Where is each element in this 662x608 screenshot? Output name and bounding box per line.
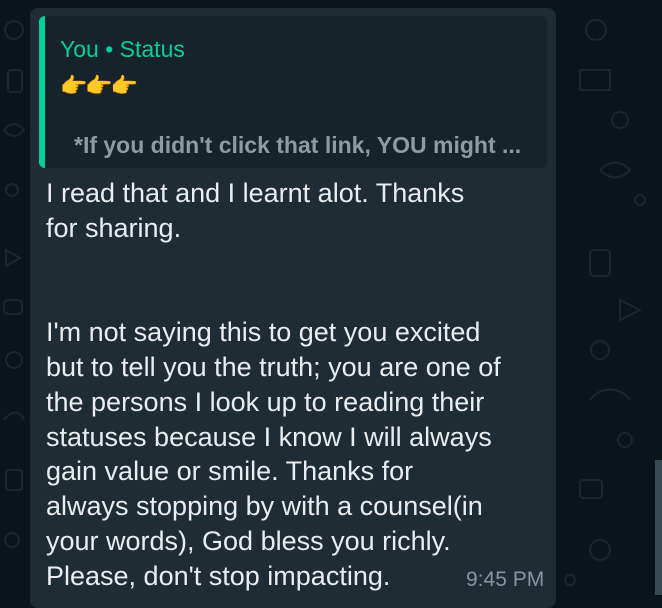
quote-author-name: You [60,36,99,62]
pointing-hands-emoji: 👉👉👉 [60,73,138,98]
message-text: I read that and I learnt alot. Thanks fo… [46,178,501,591]
message-bubble[interactable]: You • Status 👉👉👉 *If you didn't click th… [30,8,556,608]
quote-source: Status [119,36,185,62]
message-time: 9:45 PM [466,568,545,591]
quote-accent-bar [39,16,45,168]
quote-text: *If you didn't click that link, YOU migh… [74,132,522,158]
quoted-status-reply[interactable]: You • Status 👉👉👉 *If you didn't click th… [39,16,547,168]
quote-separator: • [105,36,114,62]
scrollbar[interactable] [655,460,662,595]
quote-author: You • Status [60,36,185,63]
